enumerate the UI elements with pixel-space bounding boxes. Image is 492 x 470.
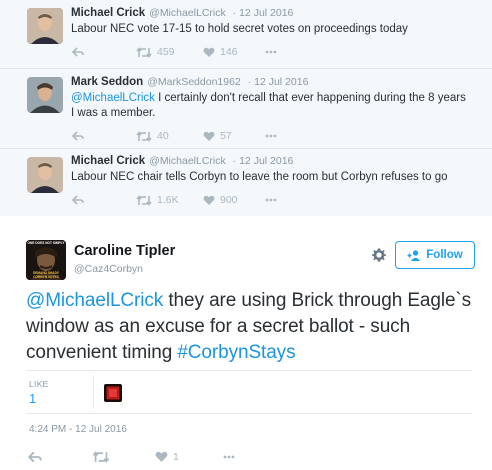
more-button[interactable] — [265, 45, 277, 59]
follow-user-icon — [407, 249, 421, 261]
author-handle[interactable]: @MarkSeddon1962 — [147, 76, 241, 88]
author-name[interactable]: Mark Seddon — [71, 76, 143, 88]
heart-icon — [203, 195, 215, 205]
likes-label: LIKE — [29, 379, 49, 389]
heart-icon — [203, 47, 215, 57]
retweet-button[interactable]: 1.6K — [136, 193, 179, 207]
likes-count[interactable]: 1 — [29, 391, 36, 406]
retweet-icon — [136, 130, 152, 142]
tweet-text: @MichaelLCrick I certainly don't recall … — [71, 91, 471, 121]
tweet-actions: 1 — [28, 449, 328, 465]
reply-button[interactable] — [72, 193, 84, 207]
avatar[interactable] — [27, 157, 63, 193]
author-name[interactable]: Michael Crick — [71, 7, 145, 19]
avatar-caption-bottom: DEMAND SHADY CORBYN VOTES — [32, 271, 60, 279]
reply-button[interactable] — [72, 45, 84, 59]
more-icon — [265, 198, 277, 202]
tweet-text: Labour NEC vote 17-15 to hold secret vot… — [71, 23, 408, 35]
author-handle[interactable]: @MichaelLCrick — [149, 155, 226, 167]
avatar[interactable] — [27, 77, 63, 113]
retweet-count: 459 — [157, 46, 175, 58]
follow-label: Follow — [426, 249, 463, 261]
tweet-actions: 40 57 — [72, 129, 277, 143]
reply-icon — [72, 195, 84, 205]
reply-button[interactable] — [72, 129, 84, 143]
heart-icon — [203, 131, 215, 141]
tweet-date[interactable]: 12 Jul 2016 — [254, 76, 308, 88]
heart-icon — [155, 451, 168, 462]
mention-link[interactable]: @MichaelLCrick — [26, 290, 163, 311]
tweet-actions: 459 146 — [72, 45, 277, 59]
reply-icon — [28, 451, 42, 463]
like-button[interactable]: 1 — [155, 449, 179, 465]
like-button[interactable]: 900 — [203, 193, 238, 207]
retweet-icon — [136, 46, 152, 58]
divider — [26, 370, 472, 371]
mention-link[interactable]: @MichaelLCrick — [71, 92, 155, 104]
retweet-icon — [136, 194, 152, 206]
tweet-actions: 1.6K 900 — [72, 193, 277, 207]
settings-button[interactable] — [371, 247, 387, 263]
avatar[interactable]: ONE DOES NOT SIMPLY DEMAND SHADY CORBYN … — [26, 240, 66, 280]
reply-icon — [72, 131, 84, 141]
author-name[interactable]: Caroline Tipler — [74, 243, 175, 259]
context-tweet[interactable]: Michael Crick @MichaelLCrick · 12 Jul 201… — [0, 149, 492, 215]
tweet-timestamp[interactable]: 4:24 PM - 12 Jul 2016 — [29, 424, 127, 435]
more-button[interactable] — [265, 193, 277, 207]
retweet-button[interactable] — [92, 449, 110, 465]
author-name[interactable]: Michael Crick — [71, 155, 145, 167]
author-handle[interactable]: @MichaelLCrick — [149, 7, 226, 19]
like-count: 1 — [173, 451, 179, 463]
like-count: 146 — [220, 46, 238, 58]
gear-icon — [372, 248, 386, 262]
divider — [26, 413, 472, 414]
like-count: 57 — [220, 130, 232, 142]
tweet-date[interactable]: 12 Jul 2016 — [239, 155, 293, 167]
more-icon — [265, 50, 277, 54]
retweet-button[interactable]: 40 — [136, 129, 169, 143]
reply-icon — [72, 47, 84, 57]
tweet-date[interactable]: 12 Jul 2016 — [239, 7, 293, 19]
author-handle[interactable]: @Caz4Corbyn — [74, 263, 143, 275]
hashtag-link[interactable]: #CorbynStays — [177, 342, 295, 363]
conversation-context: Michael Crick @MichaelLCrick · 12 Jul 201… — [0, 0, 492, 216]
retweet-count: 40 — [157, 130, 169, 142]
follow-button[interactable]: Follow — [395, 241, 475, 269]
liker-avatar[interactable] — [104, 384, 122, 402]
like-button[interactable]: 57 — [203, 129, 232, 143]
context-tweet[interactable]: Mark Seddon @MarkSeddon1962 · 12 Jul 2016… — [0, 69, 492, 147]
retweet-count: 1.6K — [157, 194, 179, 206]
like-count: 900 — [220, 194, 238, 206]
more-icon — [265, 134, 277, 138]
avatar[interactable] — [27, 8, 63, 44]
retweet-icon — [92, 451, 110, 463]
divider — [93, 375, 94, 409]
tweet-text: @MichaelLCrick they are using Brick thro… — [26, 288, 478, 366]
more-button[interactable] — [222, 449, 236, 465]
context-tweet[interactable]: Michael Crick @MichaelLCrick · 12 Jul 201… — [0, 0, 492, 66]
tweet-text: Labour NEC chair tells Corbyn to leave t… — [71, 171, 448, 183]
reply-button[interactable] — [28, 449, 42, 465]
avatar-caption-top: ONE DOES NOT SIMPLY — [27, 241, 65, 245]
more-button[interactable] — [265, 129, 277, 143]
more-icon — [223, 455, 235, 459]
retweet-button[interactable]: 459 — [136, 45, 175, 59]
like-button[interactable]: 146 — [203, 45, 238, 59]
